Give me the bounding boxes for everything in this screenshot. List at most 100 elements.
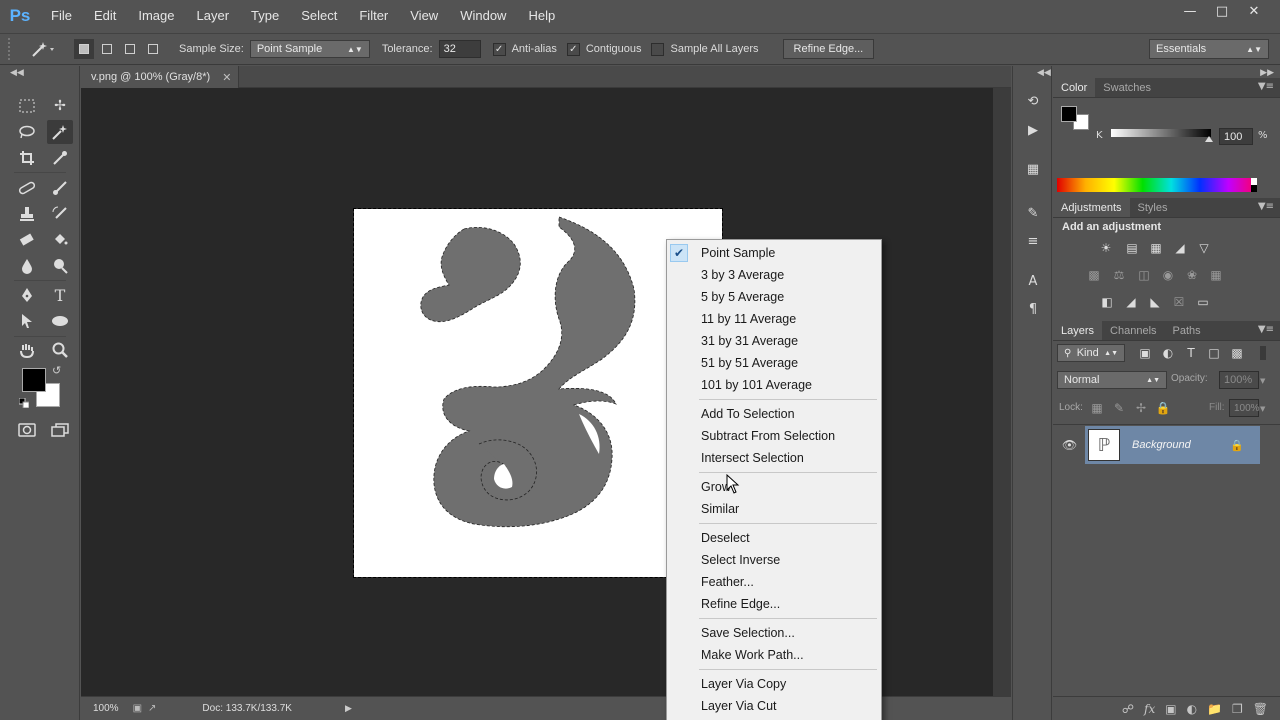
spectrum-white-chip[interactable] <box>1251 178 1257 185</box>
menu-item-101-by-101-average[interactable]: 101 by 101 Average <box>667 374 881 396</box>
paint-bucket-tool-icon[interactable] <box>47 228 73 252</box>
share-icon[interactable]: ↗ <box>148 703 156 714</box>
workspace-select[interactable]: Essentials ▲▼ <box>1149 39 1269 59</box>
eraser-tool-icon[interactable] <box>14 228 40 252</box>
menu-select[interactable]: Select <box>290 0 348 32</box>
tab-paths[interactable]: Paths <box>1165 321 1209 340</box>
layer-thumbnail[interactable]: ℙ <box>1088 429 1120 461</box>
panel-menu-icon[interactable]: ▼≡ <box>1258 324 1274 335</box>
invert-icon[interactable]: ◧ <box>1098 293 1116 311</box>
menu-item-select-inverse[interactable]: Select Inverse <box>667 549 881 571</box>
hue-saturation-icon[interactable]: ▩ <box>1085 266 1103 284</box>
visibility-eye-icon[interactable]: 👁 <box>1062 438 1077 452</box>
menu-item-5-by-5-average[interactable]: 5 by 5 Average <box>667 286 881 308</box>
k-value-input[interactable]: 100 <box>1219 128 1253 145</box>
dodge-tool-icon[interactable] <box>47 254 73 278</box>
menu-type[interactable]: Type <box>240 0 290 32</box>
contiguous-checkbox[interactable]: ✓ <box>566 42 580 56</box>
new-selection-icon[interactable] <box>74 39 94 59</box>
contiguous-option[interactable]: ✓ Contiguous <box>566 42 648 56</box>
color-spectrum[interactable] <box>1057 178 1257 192</box>
layer-name[interactable]: Background <box>1132 439 1191 451</box>
menu-item-feather[interactable]: Feather... <box>667 571 881 593</box>
filter-pixel-icon[interactable]: ▣ <box>1136 344 1154 362</box>
menu-item-add-to-selection[interactable]: Add To Selection <box>667 403 881 425</box>
sample-size-select[interactable]: Point Sample ▲▼ <box>249 40 370 58</box>
black-white-icon[interactable]: ◫ <box>1135 266 1153 284</box>
paragraph-panel-icon[interactable]: ¶ <box>1021 298 1045 320</box>
threshold-icon[interactable]: ◣ <box>1146 293 1164 311</box>
magic-wand-preset-icon[interactable] <box>28 39 58 59</box>
menu-file[interactable]: File <box>40 0 83 32</box>
channel-mixer-icon[interactable]: ❀ <box>1183 266 1201 284</box>
zoom-tool-icon[interactable] <box>47 338 73 362</box>
refine-edge-button[interactable]: Refine Edge... <box>782 39 875 59</box>
menu-item-make-work-path[interactable]: Make Work Path... <box>667 644 881 666</box>
filter-shape-icon[interactable]: □ <box>1205 344 1223 362</box>
new-group-icon[interactable]: 📁 <box>1207 702 1222 716</box>
tolerance-input[interactable]: 32 <box>438 40 481 58</box>
layer-lock-icon[interactable]: 🔒 <box>1230 439 1244 452</box>
panel-menu-icon[interactable]: ▼≡ <box>1258 201 1274 212</box>
status-menu-arrow-icon[interactable]: ▶ <box>345 703 352 714</box>
close-icon[interactable]: ✕ <box>1238 0 1270 22</box>
filter-type-icon[interactable]: T <box>1182 344 1200 362</box>
menu-help[interactable]: Help <box>517 0 566 32</box>
menu-item-intersect-selection[interactable]: Intersect Selection <box>667 447 881 469</box>
fill-input[interactable]: 100% <box>1229 399 1260 417</box>
actions-panel-icon[interactable]: ▶ <box>1021 119 1045 141</box>
menu-item-similar[interactable]: Similar <box>667 498 881 520</box>
collapse-toolbar-icon[interactable]: ◀◀ <box>10 68 24 78</box>
anti-alias-option[interactable]: ✓ Anti-alias <box>492 42 563 56</box>
lock-transparent-icon[interactable]: ▦ <box>1088 399 1106 417</box>
move-tool-icon[interactable]: ✢ <box>47 94 73 118</box>
menu-window[interactable]: Window <box>449 0 517 32</box>
history-panel-icon[interactable]: ⟲ <box>1021 90 1045 112</box>
hand-tool-icon[interactable] <box>14 338 40 362</box>
magic-wand-tool-icon[interactable] <box>47 120 73 144</box>
slider-handle-icon[interactable] <box>1205 136 1213 142</box>
new-adjustment-layer-icon[interactable]: ◐ <box>1187 702 1197 716</box>
spectrum-black-chip[interactable] <box>1251 185 1257 192</box>
options-grip[interactable] <box>8 38 14 60</box>
screen-mode-icon[interactable] <box>47 418 73 442</box>
color-panel-foreground-swatch[interactable] <box>1061 106 1077 122</box>
filter-toggle[interactable] <box>1260 346 1266 360</box>
menu-item-layer-via-cut[interactable]: Layer Via Cut <box>667 695 881 717</box>
close-tab-icon[interactable]: ✕ <box>222 71 231 84</box>
photo-filter-icon[interactable]: ◉ <box>1159 266 1177 284</box>
tab-swatches[interactable]: Swatches <box>1095 78 1159 97</box>
fill-dropdown-icon[interactable]: ▼ <box>1260 405 1265 413</box>
tab-channels[interactable]: Channels <box>1102 321 1164 340</box>
healing-brush-tool-icon[interactable] <box>14 176 40 200</box>
menu-item-refine-edge[interactable]: Refine Edge... <box>667 593 881 615</box>
type-tool-icon[interactable]: T <box>47 283 73 307</box>
eyedropper-tool-icon[interactable] <box>47 146 73 170</box>
menu-image[interactable]: Image <box>127 0 185 32</box>
lock-image-icon[interactable]: ✎ <box>1110 399 1128 417</box>
color-lookup-icon[interactable]: ▦ <box>1207 266 1225 284</box>
menu-item-11-by-11-average[interactable]: 11 by 11 Average <box>667 308 881 330</box>
brush-tool-icon[interactable] <box>47 176 73 200</box>
ellipse-tool-icon[interactable] <box>47 309 73 333</box>
selective-color-icon[interactable]: ☒ <box>1170 293 1188 311</box>
character-panel-icon[interactable]: A <box>1021 270 1045 292</box>
menu-filter[interactable]: Filter <box>348 0 399 32</box>
blend-mode-select[interactable]: Normal ▲▼ <box>1057 371 1167 389</box>
menu-item-grow[interactable]: Grow <box>667 476 881 498</box>
swap-colors-icon[interactable]: ↺ <box>52 364 61 377</box>
brush-presets-panel-icon[interactable]: ✎ <box>1021 202 1045 224</box>
menu-item-subtract-from-selection[interactable]: Subtract From Selection <box>667 425 881 447</box>
tab-styles[interactable]: Styles <box>1130 198 1176 217</box>
foreground-color-chip[interactable] <box>22 368 46 392</box>
curves-icon[interactable]: ▦ <box>1147 239 1165 257</box>
brightness-contrast-icon[interactable]: ☀ <box>1097 239 1115 257</box>
opacity-dropdown-icon[interactable]: ▼ <box>1260 377 1265 385</box>
tab-layers[interactable]: Layers <box>1053 321 1103 340</box>
menu-item-point-sample[interactable]: ✔ Point Sample <box>667 242 881 264</box>
menu-edit[interactable]: Edit <box>83 0 127 32</box>
minimize-icon[interactable]: — <box>1174 0 1206 22</box>
anti-alias-checkbox[interactable]: ✓ <box>492 42 506 56</box>
menu-item-51-by-51-average[interactable]: 51 by 51 Average <box>667 352 881 374</box>
exposure-icon[interactable]: ◢ <box>1171 239 1189 257</box>
